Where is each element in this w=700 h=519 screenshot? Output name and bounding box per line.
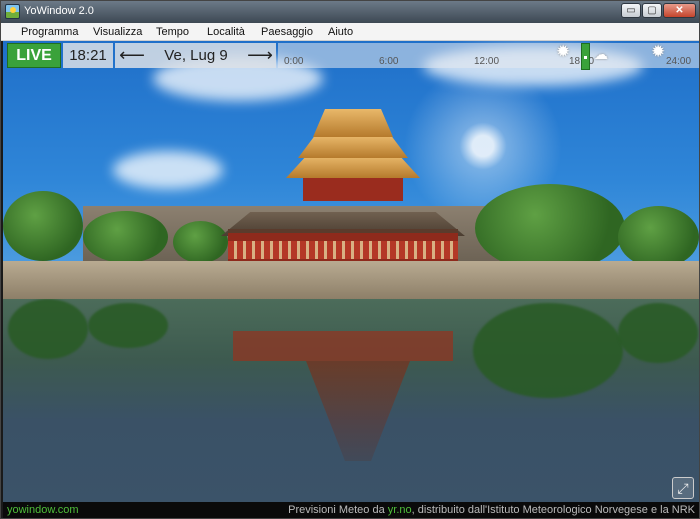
app-window: YoWindow 2.0 ▭ ▢ ✕ Programma Visualizza … [0, 0, 700, 519]
sun-icon: ✹ [556, 42, 571, 61]
menu-paesaggio[interactable]: Paesaggio [261, 26, 313, 38]
tower-roof-middle [298, 136, 408, 158]
menu-tempo[interactable]: Tempo [156, 26, 189, 38]
menu-programma[interactable]: Programma [21, 26, 78, 38]
cloud [113, 151, 223, 189]
next-day-arrow-icon[interactable]: ⟶ [245, 43, 275, 68]
tick-label: 12:00 [474, 56, 500, 67]
date-selector: ⟵ Ve, Lug 9 ⟶ [115, 43, 276, 68]
close-button[interactable]: ✕ [663, 3, 696, 18]
minimize-button[interactable]: ▭ [621, 3, 641, 18]
tower-roof-lower [286, 156, 420, 178]
tower-roof-top [313, 109, 393, 137]
tree-reflection [88, 303, 168, 348]
corner-hall [228, 229, 458, 263]
credits-prefix: Previsioni Meteo da [288, 504, 388, 516]
landscape-scene [3, 41, 699, 502]
partly-cloudy-icon: ☁ [594, 46, 608, 62]
fullscreen-icon[interactable]: ⤢ [672, 477, 694, 499]
window-title: YoWindow 2.0 [24, 5, 94, 17]
tree [475, 184, 625, 272]
yowindow-link[interactable]: yowindow.com [7, 504, 79, 516]
tick-label: 6:00 [379, 56, 399, 67]
credits-suffix: , distribuito dall'Istituto Meteorologic… [411, 504, 695, 516]
menu-bar: Programma Visualizza Tempo Località Paes… [1, 23, 699, 41]
moat-wall [3, 261, 699, 299]
tree [618, 206, 699, 268]
hall-reflection [233, 331, 453, 361]
forecast-credits: Previsioni Meteo da yr.no, distribuito d… [288, 504, 695, 516]
yr-no-link[interactable]: yr.no [388, 504, 412, 516]
tree [3, 191, 83, 261]
tree-reflection [8, 299, 88, 359]
yowindow-app-icon [5, 4, 20, 19]
menu-aiuto[interactable]: Aiuto [328, 26, 353, 38]
live-button[interactable]: LIVE [7, 43, 61, 68]
sun-icon: ✹ [651, 42, 666, 61]
previous-day-arrow-icon[interactable]: ⟵ [117, 43, 147, 68]
maximize-button[interactable]: ▢ [642, 3, 662, 18]
tree [83, 211, 168, 263]
title-bar: YoWindow 2.0 ▭ ▢ ✕ [1, 1, 699, 23]
menu-visualizza[interactable]: Visualizza [93, 26, 142, 38]
tree-reflection [473, 303, 623, 398]
timeline-bar: LIVE 18:21 ⟵ Ve, Lug 9 ⟶ 0:00 6:00 12:00… [3, 41, 699, 70]
tick-label: 24:00 [666, 56, 692, 67]
day-timeline[interactable]: 0:00 6:00 12:00 18:00 24:00 ✹ ☁ ✹ [278, 42, 699, 70]
current-date: Ve, Lug 9 [164, 47, 228, 64]
menu-localita[interactable]: Località [207, 26, 245, 38]
time-marker-handle[interactable] [581, 43, 590, 70]
status-bar: yowindow.com Previsioni Meteo da yr.no, … [3, 502, 699, 518]
tree-reflection [618, 303, 698, 363]
current-time: 18:21 [63, 43, 113, 68]
tree [173, 221, 228, 263]
tick-label: 0:00 [284, 56, 304, 67]
